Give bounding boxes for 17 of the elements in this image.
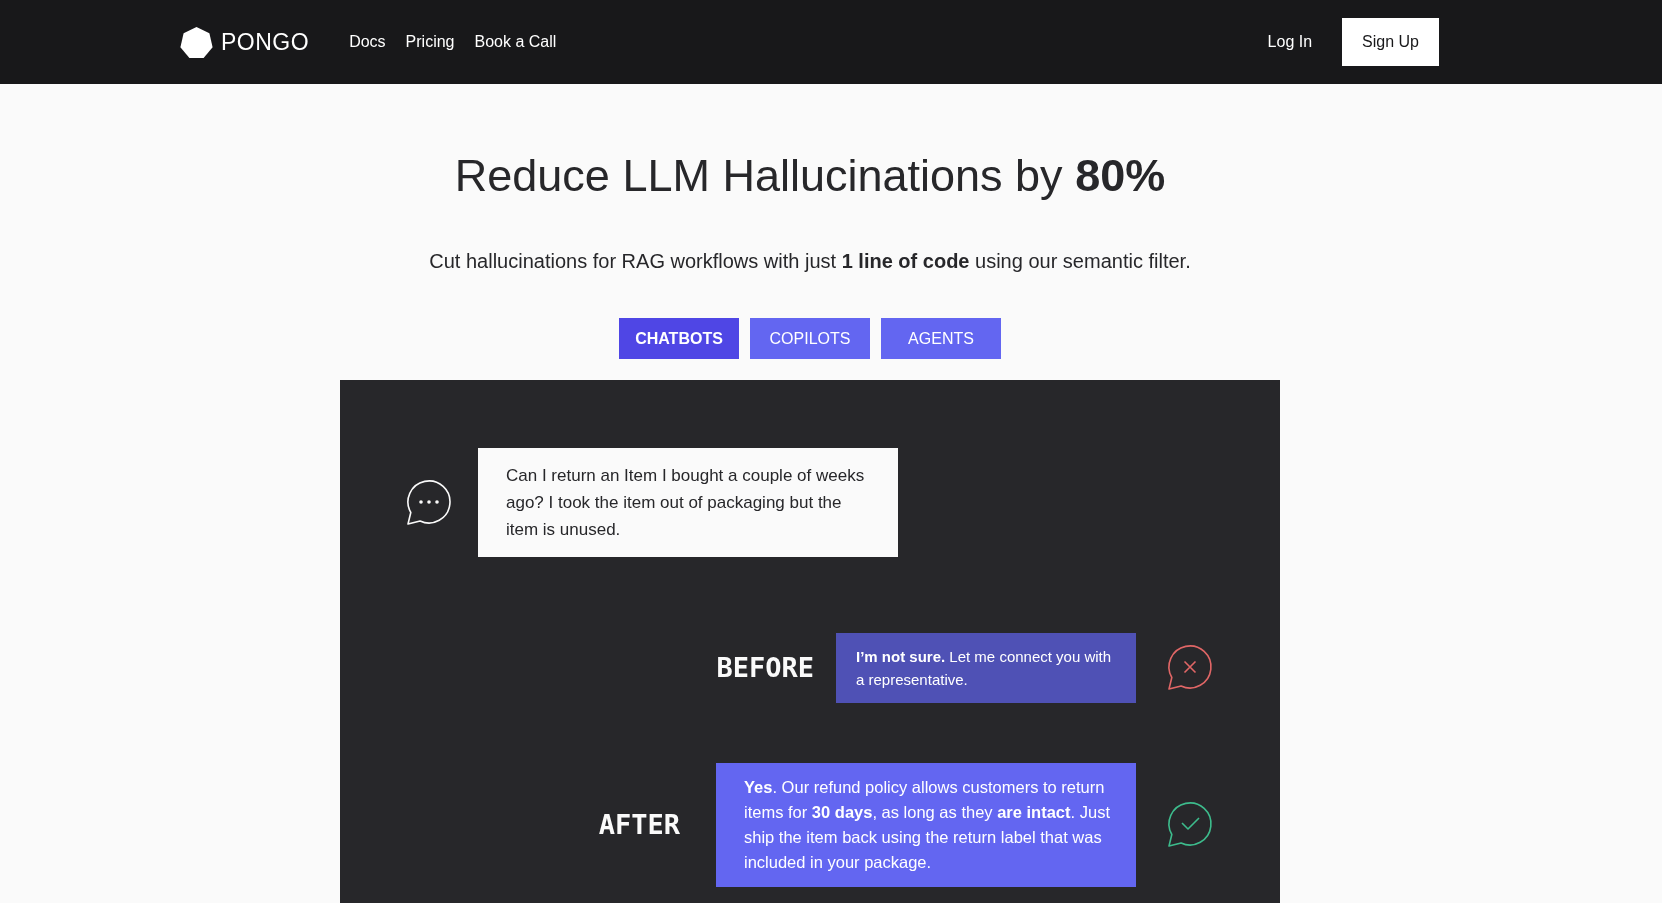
nav-link[interactable]: Book a Call [474,30,557,54]
question-message: Can I return an Item I bought a couple of weeks ago? I took the item out of packaging but the item is unused. [478,448,898,557]
log-in-link[interactable]: Log In [1267,30,1313,54]
hero-subtitle: Cut hallucinations for RAG workflows with just 1 line of code using our semantic filter. [428,249,1192,274]
sign-up-button[interactable]: Sign Up [1342,18,1439,66]
category-tab[interactable]: COPILOTS [750,318,870,359]
after-answer-message: Yes. Our refund policy allows customers to return items for 30 days, as long as they are intact. Just ship the item back using the return label that was included in your package. [716,763,1136,887]
before-answer-message: I’m not sure. Let me connect you with a representative. [836,633,1136,703]
category-tab[interactable]: AGENTS [881,318,1001,359]
nav-link[interactable]: Docs [349,30,386,54]
hero-title: Reduce LLM Hallucinations by 80% [453,149,1167,203]
answer-label: AFTER [598,807,680,842]
category-tab[interactable]: CHATBOTS [619,318,739,359]
brand-name: PONGO [221,27,310,57]
heptagon-logo-icon [180,26,213,58]
answer-label: BEFORE [716,650,814,685]
nav-link[interactable]: Pricing [405,30,455,54]
